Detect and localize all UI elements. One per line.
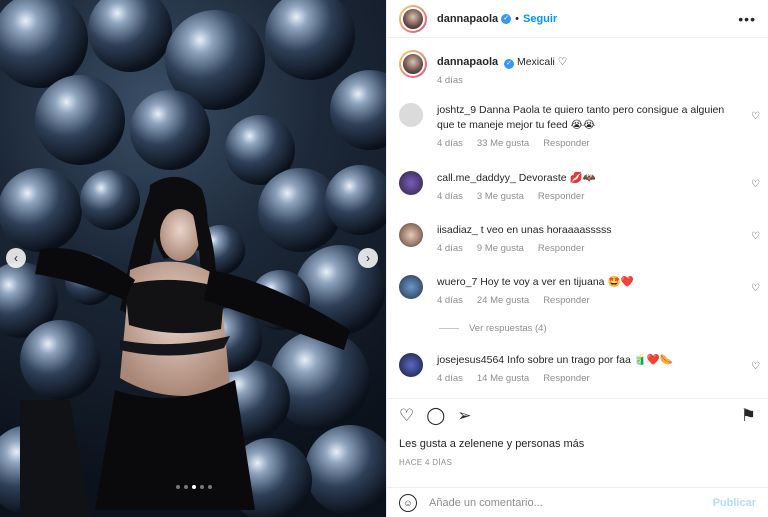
post-actions: ♡ ◯ ➢ ⚑ xyxy=(387,398,768,432)
replies-divider xyxy=(439,328,459,329)
author-avatar[interactable] xyxy=(399,50,427,78)
comment-item: call.me_daddyy_ Devoraste 💋🦇 4 días 3 Me… xyxy=(387,171,768,202)
heart-icon[interactable]: ♡ xyxy=(399,406,414,426)
carousel-dot xyxy=(200,485,204,489)
author-username[interactable]: dannapaola xyxy=(437,13,498,25)
comment-time: 4 días xyxy=(437,191,463,202)
previous-image-button[interactable]: ‹ xyxy=(6,248,26,268)
commenter-avatar[interactable] xyxy=(399,353,423,377)
commenter-avatar[interactable] xyxy=(399,171,423,195)
author-avatar[interactable] xyxy=(399,4,427,33)
caption-username[interactable]: dannapaola xyxy=(437,56,498,68)
chevron-left-icon: ‹ xyxy=(14,251,18,265)
carousel-dot xyxy=(176,485,180,489)
balloons-photo-illustration xyxy=(0,0,386,517)
like-comment-icon[interactable]: ♡ xyxy=(751,361,760,372)
comment-username[interactable]: wuero_7 xyxy=(437,276,477,288)
comment-item: joshtz_9 Danna Paola te quiero tanto per… xyxy=(387,103,768,149)
more-options-icon[interactable]: ••• xyxy=(738,11,756,27)
comment-time: 4 días xyxy=(437,243,463,254)
post-details-panel: dannapaola ✓ • Seguir ••• dannapaola ✓ M… xyxy=(386,0,768,517)
comment-likes[interactable]: 9 Me gusta xyxy=(477,243,524,254)
carousel-dot-active xyxy=(192,485,196,489)
comment-item: wuero_7 Hoy te voy a ver en tijuana 🤩❤️ … xyxy=(387,275,768,306)
comment-likes[interactable]: 24 Me gusta xyxy=(477,295,529,306)
comment-username[interactable]: joshtz_9 xyxy=(437,104,476,116)
caption-time: 4 días xyxy=(437,75,463,86)
comment-text: Info sobre un trago por faa 🧃❤️🌭 xyxy=(507,354,673,366)
post-modal: ‹ › dannapaola ✓ • Seguir ••• dannapaola… xyxy=(0,0,768,517)
comment-likes[interactable]: 14 Me gusta xyxy=(477,373,529,384)
comment-input[interactable] xyxy=(429,496,713,509)
view-replies-label: Ver respuestas (4) xyxy=(469,323,547,334)
carousel-indicator xyxy=(176,485,212,489)
reply-button[interactable]: Responder xyxy=(543,295,589,306)
post-timestamp: HACE 4 DÍAS xyxy=(399,458,453,467)
next-image-button[interactable]: › xyxy=(358,248,378,268)
follow-button[interactable]: Seguir xyxy=(523,13,557,25)
comment-icon[interactable]: ◯ xyxy=(426,406,445,426)
comment-text: Devoraste 💋🦇 xyxy=(518,172,596,184)
commenter-avatar[interactable] xyxy=(399,275,423,299)
comments-list: dannapaola ✓ Mexicali ♡ 4 días joshtz_9 … xyxy=(387,40,768,395)
likes-summary[interactable]: Les gusta a zelenene y personas más xyxy=(399,438,584,450)
separator-dot: • xyxy=(515,12,519,25)
comment-username[interactable]: call.me_daddyy_ xyxy=(437,172,516,184)
comment-text: Danna Paola te quiero tanto pero consigu… xyxy=(437,104,725,131)
like-comment-icon[interactable]: ♡ xyxy=(751,231,760,242)
comment-text: t veo en unas horaaaasssss xyxy=(480,224,612,236)
post-photo: ‹ › xyxy=(0,0,386,517)
smile-icon[interactable]: ☺ xyxy=(399,493,417,512)
reply-button[interactable]: Responder xyxy=(543,373,589,384)
like-comment-icon[interactable]: ♡ xyxy=(751,179,760,190)
publish-button[interactable]: Publicar xyxy=(713,497,756,509)
comment-time: 4 días xyxy=(437,295,463,306)
comment-time: 4 días xyxy=(437,373,463,384)
carousel-dot xyxy=(184,485,188,489)
comment-composer: ☺ Publicar xyxy=(387,487,768,517)
comment-text: Hoy te voy a ver en tijuana 🤩❤️ xyxy=(480,276,634,288)
bookmark-icon[interactable]: ⚑ xyxy=(741,406,756,426)
reply-button[interactable]: Responder xyxy=(538,191,584,202)
like-comment-icon[interactable]: ♡ xyxy=(751,111,760,122)
send-icon[interactable]: ➢ xyxy=(457,406,471,426)
commenter-avatar[interactable] xyxy=(399,103,423,127)
like-comment-icon[interactable]: ♡ xyxy=(751,283,760,294)
comment-item: iisadiaz_ t veo en unas horaaaasssss 4 d… xyxy=(387,223,768,254)
comment-likes[interactable]: 33 Me gusta xyxy=(477,138,529,149)
verified-icon: ✓ xyxy=(504,59,515,69)
caption: dannapaola ✓ Mexicali ♡ 4 días xyxy=(387,50,768,86)
comment-likes[interactable]: 3 Me gusta xyxy=(477,191,524,202)
verified-icon: ✓ xyxy=(501,13,512,24)
comment-username[interactable]: iisadiaz_ xyxy=(437,224,478,236)
comment-time: 4 días xyxy=(437,138,463,149)
carousel-dot xyxy=(208,485,212,489)
view-replies-button[interactable]: Ver respuestas (4) xyxy=(439,323,547,334)
comment-item: josejesus4564 Info sobre un trago por fa… xyxy=(387,353,768,384)
post-header: dannapaola ✓ • Seguir ••• xyxy=(387,0,768,38)
reply-button[interactable]: Responder xyxy=(543,138,589,149)
commenter-avatar[interactable] xyxy=(399,223,423,247)
chevron-right-icon: › xyxy=(366,251,370,265)
reply-button[interactable]: Responder xyxy=(538,243,584,254)
comment-username[interactable]: josejesus4564 xyxy=(437,354,504,366)
caption-text: Mexicali ♡ xyxy=(516,56,568,68)
